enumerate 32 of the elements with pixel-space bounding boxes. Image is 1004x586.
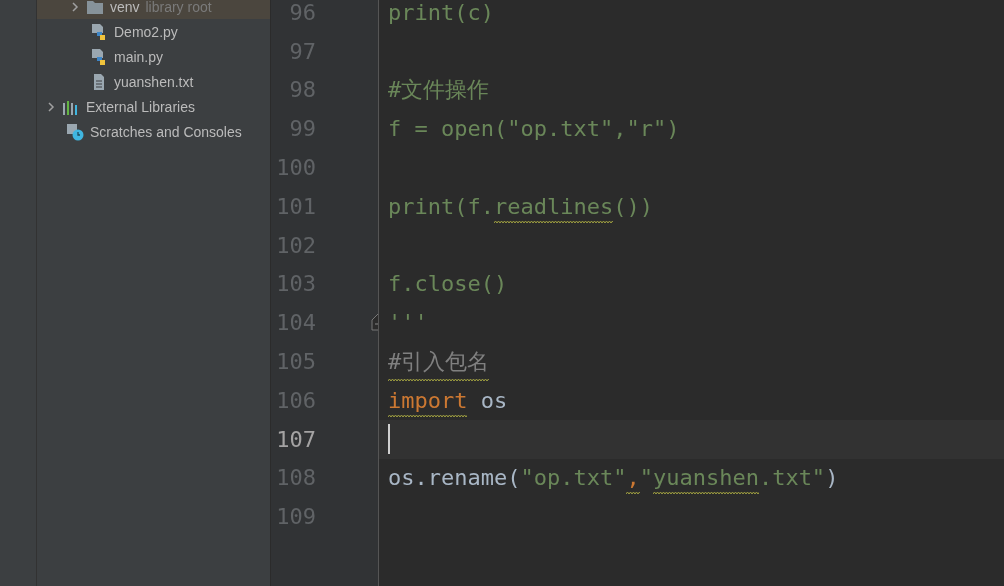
tree-item-label: Scratches and Consoles bbox=[90, 123, 242, 140]
tree-item-label: Demo2.py bbox=[114, 23, 178, 40]
code-token: .txt" bbox=[758, 465, 826, 493]
code-token: f = open("op.txt","r") bbox=[388, 116, 680, 144]
tree-item-label: yuanshen.txt bbox=[114, 73, 194, 90]
tree-item[interactable]: venv library root bbox=[37, 0, 270, 19]
code-token: f.close() bbox=[388, 271, 508, 299]
tree-item[interactable]: Demo2.py bbox=[37, 19, 270, 44]
python-file-icon bbox=[90, 47, 108, 66]
code-token: #文件操作 bbox=[388, 76, 490, 104]
code-token: print(c) bbox=[388, 0, 494, 27]
code-token: ) bbox=[825, 465, 839, 493]
tree-item-label: venv library root bbox=[110, 0, 212, 15]
scratches-icon bbox=[66, 122, 84, 141]
python-file-icon bbox=[90, 22, 108, 41]
code-token: print(f. bbox=[388, 193, 494, 221]
tree-item-label: main.py bbox=[114, 48, 164, 65]
code-token: ''' bbox=[388, 310, 428, 338]
code-token: "op.txt" bbox=[520, 465, 627, 493]
folder-icon bbox=[86, 0, 104, 16]
tree-item-hint: library root bbox=[144, 0, 212, 15]
code-token: ()) bbox=[613, 193, 653, 221]
tree-item[interactable]: yuanshen.txt bbox=[37, 69, 270, 94]
tree-item-label: External Libraries bbox=[86, 98, 195, 115]
code-token: os bbox=[479, 387, 508, 415]
code-token: os.rename( bbox=[388, 465, 521, 493]
tree-item[interactable]: main.py bbox=[37, 44, 270, 69]
tree-item[interactable]: External Libraries bbox=[37, 94, 270, 119]
code-token: " bbox=[639, 465, 653, 493]
tree-item[interactable]: Scratches and Consoles bbox=[37, 119, 270, 144]
code-editor[interactable]: print(c) #文件操作 f = open("op.txt","r") print(f.readlines()) f.close() ''' #引入包名 import os os.rename("op.txt","yuanshen.txt") bbox=[379, 0, 1004, 586]
line-number: 107 bbox=[276, 426, 316, 452]
